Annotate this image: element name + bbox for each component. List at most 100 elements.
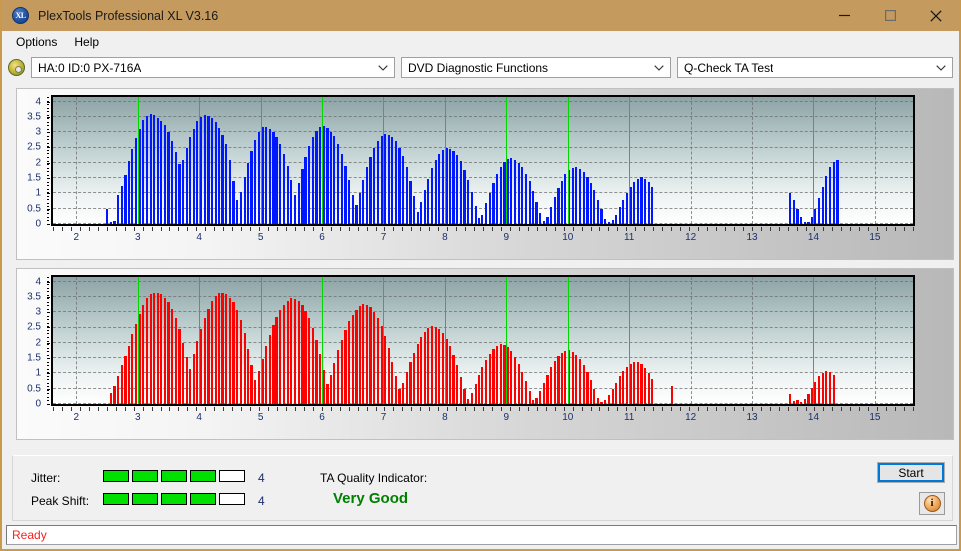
x-axis-tick-label: 2: [74, 412, 80, 423]
chart-bar: [793, 401, 795, 404]
x-axis-tick-label: 8: [442, 412, 448, 423]
chart-bar: [514, 160, 516, 224]
chart-bar: [182, 343, 184, 404]
chart-bar: [261, 127, 263, 224]
chart-bar: [529, 181, 531, 224]
chart-bar: [648, 373, 650, 404]
drive-select[interactable]: HA:0 ID:0 PX-716A: [31, 57, 395, 78]
close-button[interactable]: [913, 0, 959, 31]
y-axis-minor-tick: [47, 397, 49, 398]
chart-bar: [247, 349, 249, 404]
chart-bar: [550, 367, 552, 404]
chart-bar: [463, 389, 465, 404]
chart-bar: [557, 356, 559, 404]
x-axis-minor-tick: [358, 227, 359, 231]
x-axis-minor-tick: [788, 407, 789, 411]
chart-bar: [456, 155, 458, 224]
y-axis-minor-tick: [47, 355, 49, 356]
chart-bar: [539, 213, 541, 224]
marker-line: [322, 97, 323, 224]
x-axis-minor-tick: [707, 227, 708, 231]
chart-bar: [446, 339, 448, 404]
x-axis-minor-tick: [178, 407, 179, 411]
x-axis-minor-tick: [447, 227, 448, 231]
marker-line: [629, 277, 630, 404]
chart-bar: [110, 393, 112, 404]
x-axis-minor-tick: [367, 227, 368, 231]
y-axis-minor-tick: [47, 185, 49, 186]
chart-bar: [619, 207, 621, 224]
function-select[interactable]: DVD Diagnostic Functions: [401, 57, 671, 78]
x-axis-minor-tick: [134, 407, 135, 411]
x-axis-minor-tick: [752, 407, 753, 411]
chart-bar: [269, 335, 271, 404]
y-axis-minor-tick: [47, 175, 49, 176]
x-axis-minor-tick: [492, 407, 493, 411]
x-axis-minor-tick: [591, 227, 592, 231]
info-button[interactable]: i: [919, 492, 945, 515]
gridline-vertical: [752, 277, 753, 404]
chart-bar: [157, 118, 159, 224]
y-axis-minor-tick: [47, 146, 49, 147]
y-axis-minor-tick: [47, 104, 49, 105]
x-axis-minor-tick: [125, 407, 126, 411]
chart-bar: [153, 115, 155, 224]
y-axis-minor-tick: [47, 97, 49, 98]
chart-bar: [153, 293, 155, 404]
y-axis-tick-label: 0: [35, 219, 41, 230]
chart-bar: [290, 180, 292, 224]
x-axis-minor-tick: [698, 227, 699, 231]
chart-bar: [128, 346, 130, 404]
x-axis-minor-tick: [223, 227, 224, 231]
x-axis-minor-tick: [725, 407, 726, 411]
x-axis-minor-tick: [707, 407, 708, 411]
y-axis-minor-tick: [47, 161, 49, 162]
x-axis-minor-tick: [268, 227, 269, 231]
chart-bar: [637, 362, 639, 404]
chart-bar: [546, 375, 548, 404]
chart-bar: [341, 340, 343, 404]
chart-bar: [395, 376, 397, 404]
x-axis-tick-label: 11: [624, 412, 634, 423]
minimize-button[interactable]: [821, 0, 867, 31]
chart-bar: [196, 121, 198, 224]
chart-bar: [800, 402, 802, 404]
x-axis-minor-tick: [313, 407, 314, 411]
y-axis-minor-tick: [47, 316, 49, 317]
start-button[interactable]: Start: [877, 462, 945, 483]
x-axis-minor-tick: [510, 407, 511, 411]
chart-bar: [586, 372, 588, 404]
chart-bar: [481, 367, 483, 404]
jitter-segment: [219, 470, 245, 482]
chart-bar: [290, 298, 292, 404]
maximize-button[interactable]: [867, 0, 913, 31]
x-axis-minor-tick: [250, 407, 251, 411]
x-axis-minor-tick: [671, 407, 672, 411]
y-axis-minor-tick: [47, 298, 49, 299]
menu-item-options[interactable]: Options: [9, 33, 64, 51]
x-axis-minor-tick: [393, 407, 394, 411]
y-axis-minor-tick: [47, 125, 49, 126]
chart-bar: [117, 376, 119, 404]
chart-bar: [651, 187, 653, 224]
chart-bar: [489, 193, 491, 224]
x-axis-minor-tick: [277, 407, 278, 411]
x-axis-minor-tick: [501, 227, 502, 231]
x-axis-minor-tick: [277, 227, 278, 231]
chart-bar: [301, 305, 303, 404]
chart-bar: [139, 129, 141, 224]
x-axis-minor-tick: [196, 407, 197, 411]
chart-bar: [333, 363, 335, 404]
menu-item-help[interactable]: Help: [67, 33, 106, 51]
chart-bar: [193, 129, 195, 224]
chart-bar: [395, 141, 397, 224]
chart-bar: [612, 220, 614, 224]
x-axis-minor-tick: [859, 407, 860, 411]
x-axis-minor-tick: [465, 227, 466, 231]
chart-bar: [225, 144, 227, 224]
chart-bar: [232, 181, 234, 224]
chart-bar: [164, 298, 166, 404]
chart-bar: [344, 330, 346, 404]
chart-bar: [619, 376, 621, 404]
test-select[interactable]: Q-Check TA Test: [677, 57, 953, 78]
